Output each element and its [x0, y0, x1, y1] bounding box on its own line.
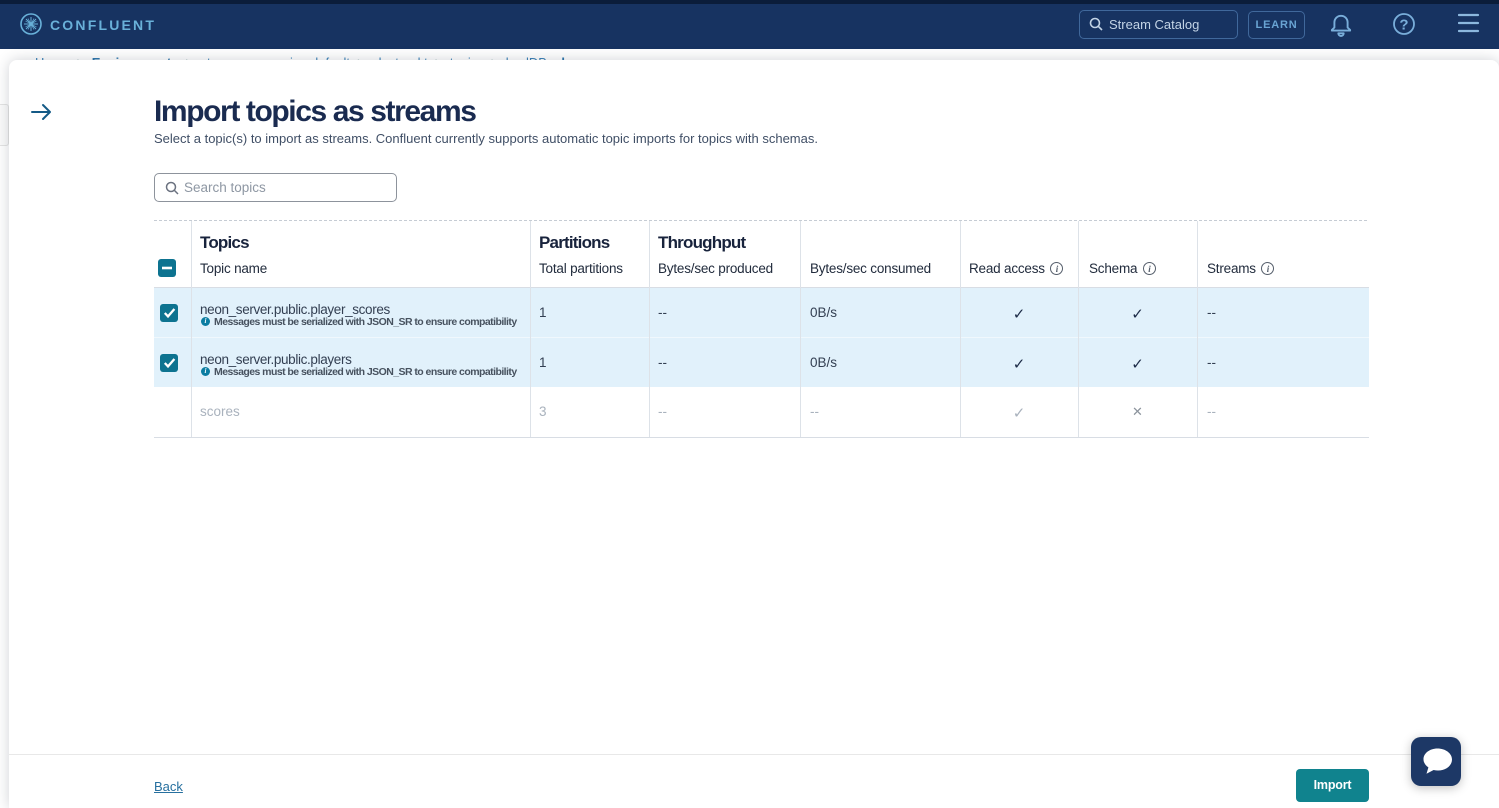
- svg-text:?: ?: [1399, 17, 1408, 34]
